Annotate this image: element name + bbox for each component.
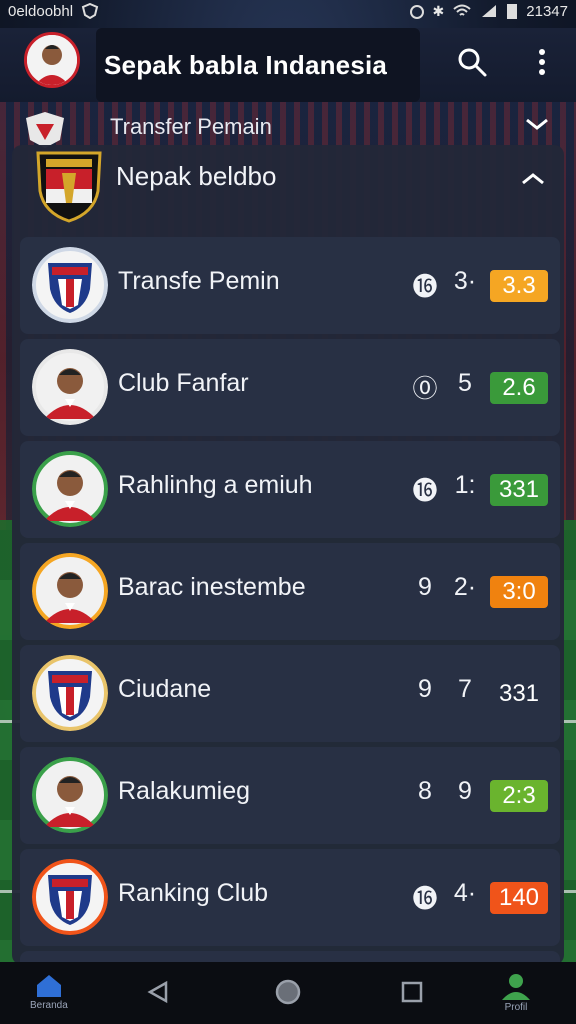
nav-profile-caption: Profil: [504, 1002, 528, 1013]
row-stat-icon: ⓰: [412, 273, 438, 301]
shield-icon: [81, 3, 99, 19]
club-crest-icon: [32, 247, 108, 323]
nav-home[interactable]: Beranda: [30, 972, 68, 1011]
player-portrait-icon: [32, 349, 108, 425]
row-score-badge: 3:0: [490, 576, 548, 608]
player-portrait-icon: [32, 553, 108, 629]
row-stat-icon: ⓰: [412, 885, 438, 913]
club-crest-icon: [32, 859, 108, 935]
more-options-button[interactable]: [522, 42, 562, 82]
row-stat-value: 3·: [453, 267, 477, 295]
list-item[interactable]: Transfe Pemin ⓰ 3· 3.3: [20, 237, 560, 334]
search-icon: [458, 48, 487, 77]
row-stat-value: 4·: [453, 879, 477, 907]
row-name: Ranking Club: [118, 879, 269, 907]
list-item[interactable]: Rahlinhg a emiuh ⓰ 1: 331: [20, 441, 560, 538]
row-score-badge: 3.3: [490, 270, 548, 302]
chevron-down-icon: [526, 118, 548, 130]
row-stat-value: 7: [458, 675, 472, 703]
row-stat-value: 9: [458, 777, 472, 805]
club-crest-icon: [36, 151, 102, 223]
club-crest-icon: [32, 655, 108, 731]
row-stat-icon: ⓪: [412, 375, 438, 403]
expanded-section-panel: Nepak beldbo Transfe Pemin ⓰ 3· 3.3 Club…: [12, 145, 564, 965]
row-score-badge: 331: [498, 680, 540, 707]
chevron-up-icon: [522, 173, 544, 185]
row-stat-value: 1:: [454, 471, 476, 499]
nav-home-caption: Beranda: [30, 1000, 68, 1011]
nav-home-circle[interactable]: [274, 978, 302, 1006]
row-avatar: [32, 349, 108, 425]
home-icon: [36, 975, 61, 997]
row-name: Barac inestembe: [118, 573, 306, 601]
row-avatar: [32, 859, 108, 935]
clock-label: 21347: [526, 2, 568, 20]
player-portrait-icon: [32, 757, 108, 833]
recents-square-icon: [401, 981, 423, 1003]
list-item[interactable]: Ciudane 9 7 331: [20, 645, 560, 742]
home-circle-icon: [275, 979, 301, 1005]
row-name: Rahlinhg a emiuh: [118, 471, 313, 499]
club-crest-icon: [26, 112, 64, 148]
row-name: Transfe Pemin: [118, 267, 280, 295]
row-stat-icon: ⓰: [412, 477, 438, 505]
profile-icon: [502, 974, 530, 1000]
list-item[interactable]: Barac inestembe 9 2· 3:0: [20, 543, 560, 640]
row-stat-icon: 8: [418, 777, 432, 805]
section-transfer-collapsed[interactable]: Transfer Pemain: [0, 104, 576, 148]
row-stat-value: 5: [458, 369, 472, 397]
battery-icon: [507, 4, 518, 19]
row-avatar: [32, 553, 108, 629]
list-item[interactable]: Ralakumieg 8 9 2:3: [20, 747, 560, 844]
row-stat-icon: 9: [418, 573, 432, 601]
row-avatar: [32, 451, 108, 527]
back-triangle-icon: [147, 980, 168, 1004]
player-portrait-icon: [32, 451, 108, 527]
row-score-badge: 331: [490, 474, 548, 506]
row-name: Ciudane: [118, 675, 212, 703]
alarm-icon: [409, 5, 424, 19]
list: Transfe Pemin ⓰ 3· 3.3 Club Fanfar ⓪ 5 2…: [20, 237, 560, 965]
list-item[interactable]: Club Fanfar ⓪ 5 2.6: [20, 339, 560, 436]
section-label: Transfer Pemain: [110, 114, 272, 139]
row-stat-icon: 9: [418, 675, 432, 703]
list-item[interactable]: Ranking Club ⓰ 4· 140: [20, 849, 560, 946]
app-bar: Sepak babla Indanesia: [0, 28, 576, 102]
row-avatar: [32, 247, 108, 323]
row-score-badge: 140: [490, 882, 548, 914]
panel-title: Nepak beldbo: [116, 161, 277, 191]
row-score-badge: 2:3: [490, 780, 548, 812]
status-bar: 0eldoobhl ✱ 21347: [0, 0, 576, 22]
wifi-icon: [453, 4, 471, 16]
player-portrait-icon: [27, 35, 77, 85]
nav-profile[interactable]: Profil: [498, 972, 534, 1013]
row-score-badge: 2.6: [490, 372, 548, 404]
row-avatar: [32, 757, 108, 833]
user-avatar[interactable]: [24, 32, 80, 88]
row-name: Ralakumieg: [118, 777, 251, 805]
row-name: Club Fanfar: [118, 369, 249, 397]
row-stat-value: 2·: [453, 573, 477, 601]
panel-header[interactable]: Nepak beldbo: [12, 145, 564, 233]
search-button[interactable]: [452, 42, 492, 82]
nav-recents[interactable]: [400, 980, 424, 1004]
carrier-label: 0eldoobhl: [8, 2, 74, 20]
bottom-navigation: Beranda Profil: [0, 962, 576, 1024]
nav-back[interactable]: [146, 980, 170, 1004]
row-avatar: [32, 655, 108, 731]
more-vert-icon: [539, 49, 545, 75]
bluetooth-icon: ✱: [432, 2, 445, 19]
signal-icon: [482, 5, 497, 17]
app-title: Sepak babla Indanesia: [96, 28, 420, 102]
